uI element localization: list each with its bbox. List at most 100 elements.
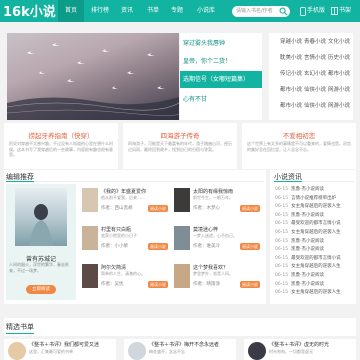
promo-title-1[interactable]: 捞起牙养指南（快穿）	[4, 130, 118, 140]
news-item[interactable]: 06-15 女主角穿越后的逆袭人生	[275, 263, 353, 269]
book-title[interactable]: 阿尔欠简清	[101, 264, 126, 271]
book-cover[interactable]	[174, 188, 190, 212]
news-item[interactable]: 06-15 最受欢迎的都市言情小说	[275, 255, 353, 261]
news-text[interactable]: 最受欢迎的都市言情小说	[291, 221, 341, 226]
booklist-header	[4, 318, 356, 336]
news-text[interactable]: 凯鲁·杰小说阅读	[291, 273, 324, 278]
nav-home[interactable]: 首页	[58, 0, 84, 22]
book-cover[interactable]	[82, 264, 98, 288]
figure-illustration	[29, 204, 53, 246]
read-book-button[interactable]: 阅读小说	[148, 281, 168, 288]
category-link[interactable]: 网游小说	[328, 86, 350, 94]
news-item[interactable]: 06-15 凯鲁·杰小说阅读	[275, 272, 353, 278]
booklist-desc-3: 时光匆匆，一切都是虚无	[269, 349, 313, 354]
book-title[interactable]: 村里有只白瓶	[101, 226, 131, 233]
promo-desc-2: 四海游子，可能是天下最富有的年代，游子踏遍山河，经历过风雨，最终回到故乡，找到自…	[128, 141, 232, 152]
mobile-icon	[300, 7, 306, 16]
category-link[interactable]: 历史小说	[328, 54, 350, 62]
book-title[interactable]: 《我的》年盛夏爱你	[101, 188, 146, 195]
book-title[interactable]: 莫境迷心梓	[193, 226, 218, 233]
category-link[interactable]: 耽美小说	[280, 54, 302, 62]
news-date: 06-15	[275, 238, 289, 244]
category-link[interactable]: 文化小说	[328, 38, 350, 46]
news-text[interactable]: 女主角穿越后的逆袭人生	[291, 204, 341, 209]
promo-desc-1: 阿呆对穿越不太感兴趣，不过没有人知道他心里在想什么时候。这本书写了我穿越后的一些…	[9, 141, 113, 157]
promo-title-3[interactable]: 不爱相初恋	[242, 130, 356, 140]
category-link[interactable]: 仙侠小说	[304, 86, 326, 94]
category-link[interactable]: 都市小说	[280, 86, 302, 94]
booklist-title-1[interactable]: 《整书＋书评》我们都可爱又迷	[29, 341, 99, 348]
banner-item-3[interactable]: 选期信号（女嘟短篇集）	[180, 71, 262, 88]
category-link[interactable]: 玄幻小说	[304, 70, 326, 78]
banner-item-1[interactable]: 穿过雾头我唇钟	[183, 35, 225, 52]
news-date: 06-15	[275, 255, 289, 261]
mobile-link[interactable]: 手机版	[307, 0, 325, 22]
featured-cover[interactable]	[15, 188, 67, 246]
news-text[interactable]: 凯鲁·杰小说阅读	[291, 213, 324, 218]
category-link[interactable]: 网游小说	[328, 102, 350, 110]
nav-booklist[interactable]: 书单	[142, 0, 164, 22]
read-book-button[interactable]: 阅读小说	[148, 243, 168, 250]
book-author: 作者：吴忧	[101, 282, 124, 287]
news-date: 06-15	[275, 187, 289, 192]
news-text[interactable]: 凯鲁·杰小说阅读	[291, 239, 324, 244]
banner-item-4[interactable]: 心有不甘	[183, 91, 207, 108]
search-icon[interactable]	[279, 7, 288, 16]
read-book-button[interactable]: 阅读小说	[240, 243, 260, 250]
promo-title-2[interactable]: 四海游子传奇	[123, 130, 237, 140]
news-date: 06-15	[275, 195, 289, 201]
news-text[interactable]: 言情小说推荐榜单出炉	[291, 196, 336, 201]
booklist-title-underline	[6, 333, 34, 334]
featured-read-button[interactable]: 立即阅读	[26, 285, 56, 294]
category-link[interactable]: 仙侠小说	[304, 102, 326, 110]
news-item[interactable]: 06-15 凯鲁·杰小说阅读	[275, 246, 353, 252]
news-item[interactable]: 06-15 最受欢迎的都市言情小说	[275, 220, 353, 226]
bookshelf-link[interactable]: 书架	[339, 0, 351, 22]
news-text[interactable]: 女主角穿越后的逆袭人生	[291, 230, 341, 235]
banner-item-2[interactable]: 皇帝，你个二货！	[183, 53, 231, 70]
read-book-button[interactable]: 阅读小说	[148, 205, 168, 212]
nav-topics[interactable]: 专题	[166, 0, 188, 22]
nav-library[interactable]: 小说库	[192, 0, 220, 22]
nav-ranking[interactable]: 排行榜	[86, 0, 114, 22]
book-cover[interactable]	[174, 264, 190, 288]
news-text[interactable]: 女主角穿越后的逆袭人生	[291, 290, 341, 295]
book-title[interactable]: 这个梦我喜欢？	[193, 264, 228, 271]
news-text[interactable]: 凯鲁·杰小说阅读	[291, 187, 324, 192]
search-placeholder: 请输入书名/作者	[236, 8, 273, 14]
site-logo[interactable]: 16k小说	[3, 1, 56, 20]
booklist-title-3[interactable]: 《整书＋书评》虚无的时光	[269, 341, 329, 348]
news-item[interactable]: 06-15 凯鲁·杰小说阅读	[275, 238, 353, 244]
book-desc: 一梦入迷途，心不由己。	[193, 233, 237, 238]
book-title[interactable]: 太阳的有缘我惊雨	[193, 188, 233, 195]
book-desc: 前世今生，一眼万年。	[193, 195, 233, 200]
category-link[interactable]: 传记小说	[280, 70, 302, 78]
category-link[interactable]: 穿越小说	[280, 38, 302, 46]
booklist-thumb-3[interactable]	[248, 342, 266, 360]
category-link[interactable]: 都市小说	[328, 70, 350, 78]
book-cover[interactable]	[82, 188, 98, 212]
category-link[interactable]: 都市小说	[280, 102, 302, 110]
category-link[interactable]: 青春小说	[304, 38, 326, 46]
read-book-button[interactable]: 阅读小说	[240, 205, 260, 212]
news-item[interactable]: 06-15 凯鲁·杰小说阅读	[275, 212, 353, 218]
book-cover[interactable]	[82, 226, 98, 250]
news-item[interactable]: 06-15 凯鲁·杰小说阅读	[275, 281, 353, 287]
news-text[interactable]: 最受欢迎的都市言情小说	[291, 256, 341, 261]
read-book-button[interactable]: 阅读小说	[240, 281, 260, 288]
booklist-title-2[interactable]: 《整书＋书评》梅开不念永远者	[149, 341, 219, 348]
nav-news[interactable]: 资讯	[116, 0, 138, 22]
news-item[interactable]: 06-15 女主角穿越后的逆袭人生	[275, 203, 353, 209]
news-text[interactable]: 凯鲁·杰小说阅读	[291, 247, 324, 252]
news-text[interactable]: 凯鲁·杰小说阅读	[291, 282, 324, 287]
news-item[interactable]: 06-15 言情小说推荐榜单出炉	[275, 195, 353, 201]
book-cover[interactable]	[174, 226, 190, 250]
news-item[interactable]: 06-15 女主角穿越后的逆袭人生	[275, 289, 353, 295]
news-item[interactable]: 06-15 女主角穿越后的逆袭人生	[275, 229, 353, 235]
news-item[interactable]: 06-15 凯鲁·杰小说阅读	[275, 186, 353, 192]
booklist-thumb-2[interactable]	[128, 342, 146, 360]
category-link[interactable]: 言情小说	[304, 54, 326, 62]
news-text[interactable]: 女主角穿越后的逆袭人生	[291, 264, 341, 269]
booklist-thumb-1[interactable]	[8, 342, 26, 360]
banner-image[interactable]	[7, 33, 179, 120]
